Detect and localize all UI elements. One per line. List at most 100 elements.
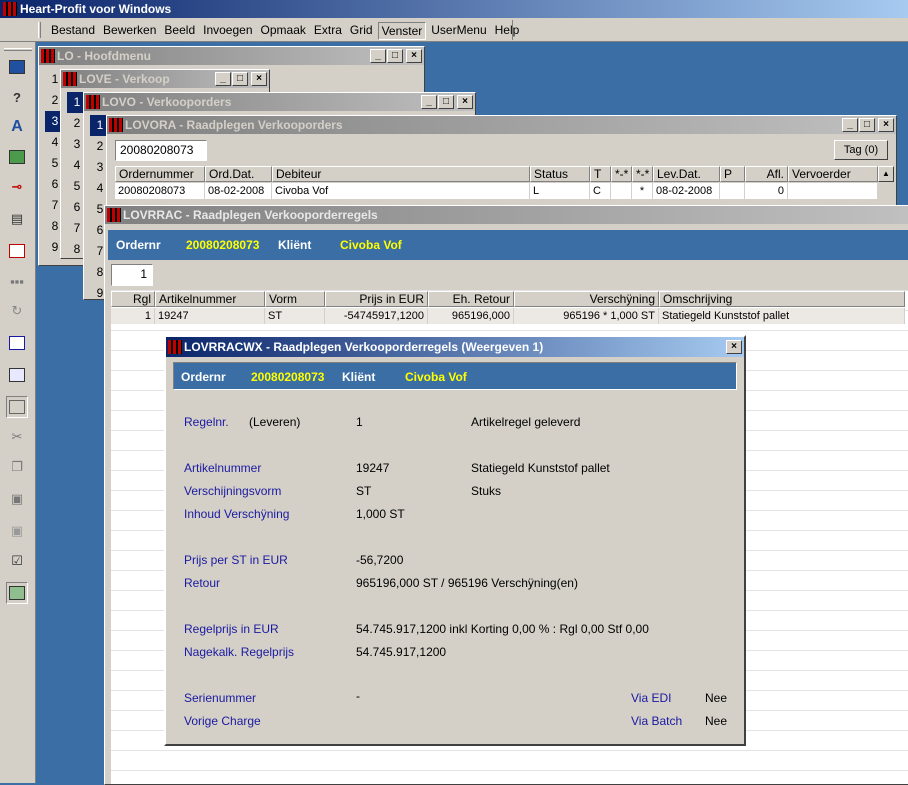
dots-icon[interactable]: ▪▪▪ [6,270,28,292]
window-title-text: LO - Hoofdmenu [57,49,151,63]
nagekalk-value: 54.745.917,1200 [356,645,447,659]
minimize-button[interactable]: _ [215,72,231,86]
app-window-icon[interactable] [6,56,28,78]
vorm-label: Verschijningsvorm [184,484,282,498]
column-header[interactable]: Afl. [745,166,788,182]
table-cell [611,183,632,199]
close-button[interactable]: × [251,72,267,86]
minimize-button[interactable]: _ [842,118,858,132]
column-header[interactable]: Status [530,166,590,182]
column-header[interactable]: Artikelnummer [155,291,265,307]
artikel-label: Artikelnummer [184,461,262,475]
table-cell: -54745917,1200 [325,308,428,324]
maximize-button[interactable]: □ [387,49,403,63]
close-button[interactable]: × [406,49,422,63]
table-cell [720,183,745,199]
switch-icon[interactable] [6,146,28,168]
inhoud-label: Inhoud Verschÿning [184,507,290,521]
scroll-up-button[interactable]: ▲ [878,166,894,182]
ordernr-label: Ordernr [181,370,226,384]
refresh-icon[interactable]: ↻ [6,300,28,322]
page-number-input[interactable]: 1 [111,264,153,286]
dialog-order-info-bar: Ordernr 20080208073 Kliënt Civoba Vof [173,362,737,390]
paste-special-icon[interactable]: ▣ [6,520,28,542]
window-title-text: LOVO - Verkooporders [102,95,232,109]
column-header[interactable]: Prijs in EUR [325,291,428,307]
maximize-button[interactable]: □ [438,95,454,109]
regelprijs-value: 54.745.917,1200 inkl Korting 0,00 % : Rg… [356,622,649,636]
serie-label: Serienummer [184,691,257,705]
column-header[interactable]: Ordernummer [115,166,205,182]
order-search-input[interactable]: 20080208073 [115,140,207,161]
menu-item-grid[interactable]: Grid [347,22,376,40]
table-row[interactable]: 1 19247 ST -54745917,1200 965196,000 965196 *… [111,308,905,324]
paste-icon[interactable]: ▣ [6,488,28,510]
column-header[interactable]: Debiteur [272,166,530,182]
charge-label: Vorige Charge [184,714,261,728]
key-icon[interactable]: ⊸ [6,176,28,198]
font-edit-icon[interactable]: A [6,116,28,138]
menu-item-help[interactable]: Help [492,22,523,40]
column-header[interactable]: Verschÿning [514,291,659,307]
window-caption-buttons: _ □ × [420,95,473,109]
column-header[interactable]: Vorm [265,291,325,307]
screen-icon[interactable] [6,582,28,604]
table-row[interactable]: 20080208073 08-02-2008 Civoba Vof L C * 08-02-… [115,183,878,199]
printer-icon[interactable]: ▤ [6,208,28,230]
vertical-toolbar: ? A ⊸ ▤ ▪▪▪ ↻ ✂ ❐ ▣ ▣ ☑ [0,42,36,783]
properties-icon[interactable]: ☑ [6,550,28,572]
window-icon[interactable] [6,396,28,418]
column-header[interactable]: *-* [611,166,632,182]
regelprijs-label: Regelprijs in EUR [184,622,279,636]
menu-item-usermenu[interactable]: UserMenu [428,22,489,40]
menu-divider [512,20,513,40]
prijs-value: -56,7200 [356,553,404,567]
window-logo-icon [86,95,100,109]
table-cell: L [530,183,590,199]
help-icon[interactable]: ? [6,86,28,108]
maximize-button[interactable]: □ [232,72,248,86]
minimize-button[interactable]: _ [370,49,386,63]
report-icon[interactable] [6,364,28,386]
column-header[interactable]: Ord.Dat. [205,166,272,182]
menu-item-invoegen[interactable]: Invoegen [200,22,255,40]
column-header[interactable]: *-* [632,166,653,182]
cut-icon[interactable]: ✂ [6,426,28,448]
column-header[interactable]: P [720,166,745,182]
close-button[interactable]: × [878,118,894,132]
column-header[interactable]: Lev.Dat. [653,166,720,182]
menu-item-venster[interactable]: Venster [377,22,427,40]
window-lovrrac-title: LOVRRAC - Raadplegen Verkooporderregels [105,206,908,224]
menu-item-bestand[interactable]: Bestand [48,22,98,40]
column-header[interactable]: Vervoerder [788,166,878,182]
menu-grip [38,22,41,38]
toolbar-grip [4,48,32,51]
vorm-desc: Stuks [471,484,502,498]
nagekalk-label: Nagekalk. Regelprijs [184,645,295,659]
ordernr-label: Ordernr [116,238,161,252]
column-header[interactable]: Rgl [111,291,155,307]
maximize-button[interactable]: □ [859,118,875,132]
window-weergeven-dialog: LOVRRACWX - Raadplegen Verkooporderregel… [164,335,746,746]
via-batch-value: Nee [705,714,728,728]
close-button[interactable]: × [726,340,742,354]
close-button[interactable]: × [457,95,473,109]
menu-item-beeld[interactable]: Beeld [161,22,198,40]
menu-item-extra[interactable]: Extra [311,22,345,40]
form-icon[interactable] [6,240,28,262]
tag-button[interactable]: Tag (0) [834,140,888,160]
ordernr-value: 20080208073 [251,370,325,384]
export-icon[interactable] [6,332,28,354]
table-cell: 08-02-2008 [653,183,720,199]
column-header[interactable]: T [590,166,611,182]
app-title-bar: Heart-Profit voor Windows [0,0,908,18]
window-title-text: LOVE - Verkoop [79,72,170,86]
minimize-button[interactable]: _ [421,95,437,109]
column-header[interactable]: Eh. Retour [428,291,514,307]
menu-item-opmaak[interactable]: Opmaak [258,22,309,40]
window-logo-icon [63,72,77,86]
copy-icon[interactable]: ❐ [6,456,28,478]
window-raadplegen-verkooporders: LOVORA - Raadplegen Verkooporders _ □ × … [106,115,897,210]
column-header[interactable]: Omschrijving [659,291,905,307]
menu-item-bewerken[interactable]: Bewerken [100,22,159,40]
